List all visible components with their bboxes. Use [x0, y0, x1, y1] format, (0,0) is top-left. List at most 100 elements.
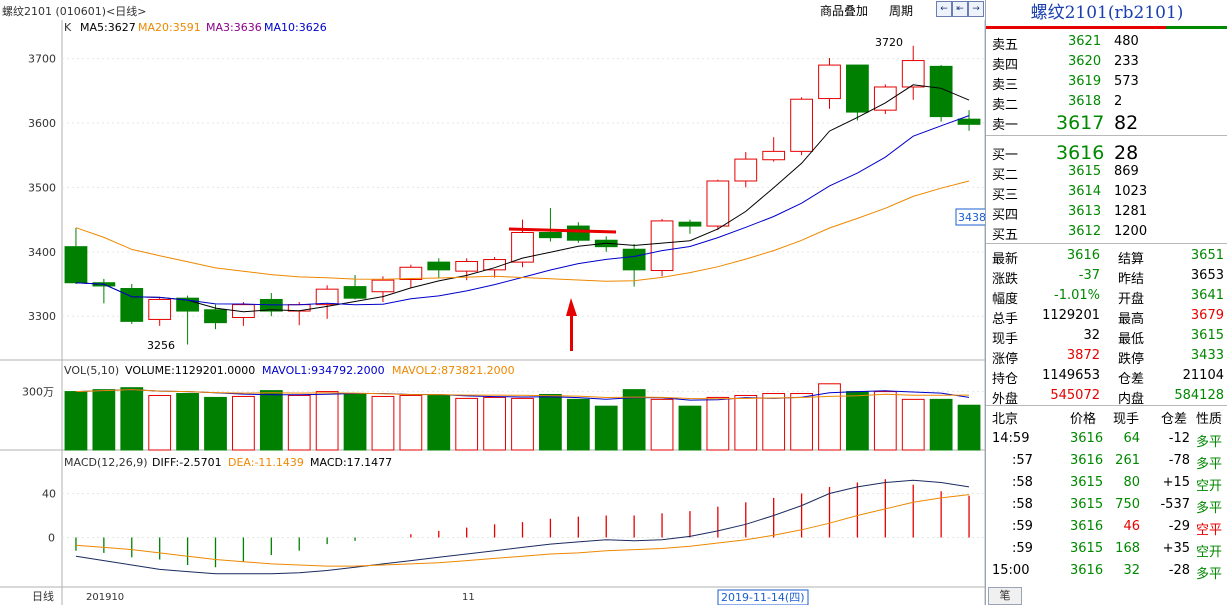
x-label-oct: 201910 [86, 592, 124, 603]
bid-row-0[interactable]: 买一 3616 28 [986, 142, 1227, 164]
bid-price-3: 3613 [1068, 204, 1102, 219]
stat-value-a-6: 1149653 [1042, 368, 1100, 383]
ask-row-0[interactable]: 卖五 3621 480 [986, 32, 1227, 53]
volume-bar-10 [343, 393, 367, 451]
candle-body-14 [455, 260, 479, 272]
tick-nature-4: 空平 [1196, 523, 1223, 538]
volume-bar-32 [957, 404, 981, 451]
nav-left-icon[interactable]: ← [936, 1, 952, 17]
ask-row-3[interactable]: 卖二 3618 2 [986, 92, 1227, 113]
tick-nature-5: 空开 [1196, 545, 1223, 560]
volume-bar-19 [594, 405, 618, 451]
stat-label-b-2: 开盘 [1118, 292, 1145, 307]
volume-bar-8 [287, 394, 311, 451]
book-divider [986, 135, 1227, 136]
macd-tick-40: 40 [42, 488, 56, 501]
volume-bar-6 [232, 395, 255, 451]
tick-time-4: :59 [1012, 519, 1033, 534]
diff-label: DIFF:-2.5701 [152, 456, 222, 469]
volume-bar-26 [790, 393, 813, 451]
volume-bar-13 [427, 394, 451, 451]
bid-row-1[interactable]: 买二 3615 869 [986, 162, 1227, 183]
stat-value-a-4: 32 [1083, 328, 1100, 343]
ask-row-4[interactable]: 卖一 3617 82 [986, 112, 1227, 134]
bid-vol-2: 1023 [1114, 184, 1148, 199]
bid-vol-4: 1200 [1114, 224, 1148, 239]
candle-body-10 [343, 286, 367, 299]
tick-price-3: 3615 [1070, 497, 1104, 512]
bid-price-4: 3612 [1068, 224, 1102, 239]
stat-label-a-1: 涨跌 [992, 272, 1019, 287]
x-label-nov: 11 [462, 592, 475, 603]
stat-value-b-5: 3433 [1190, 348, 1224, 363]
nav-right-icon[interactable]: → [968, 1, 984, 17]
volume-bar-3 [148, 394, 172, 451]
buy-sell-bar-green [1166, 26, 1227, 29]
quote-panel: 螺纹2101(rb2101) 卖五 3621 480 卖四 3620 233 卖三 3619 5… [985, 0, 1227, 605]
candle-body-12 [399, 266, 423, 281]
tick-row-0[interactable]: 14:59 3616 64 -12 多平 [986, 428, 1227, 450]
ask-label-3: 卖二 [992, 98, 1019, 113]
ma10-label: MA10:3626 [264, 21, 327, 34]
candle-body-28 [846, 64, 869, 113]
ma5-label: MA5:3627 [80, 21, 136, 34]
period-button[interactable]: 周期 [889, 2, 913, 19]
candle-body-25 [762, 150, 786, 161]
ask-vol-1: 233 [1114, 54, 1139, 69]
tick-vol-1: 261 [1115, 453, 1140, 468]
tick-row-6[interactable]: 15:00 3616 32 -28 多平 [986, 560, 1227, 582]
tick-nature-6: 多平 [1196, 567, 1223, 582]
stat-value-b-4: 3615 [1190, 328, 1224, 343]
ma3-label: MA3:3636 [206, 21, 262, 34]
stat-value-b-1: 3653 [1190, 268, 1224, 283]
stat-value-a-5: 3872 [1066, 348, 1100, 363]
volume-bar-24 [734, 394, 758, 451]
tick-price-6: 3616 [1070, 563, 1104, 578]
tick-tab[interactable]: 笔 [988, 587, 1022, 605]
tick-oi-2: +15 [1162, 475, 1190, 490]
tick-nature-1: 多平 [1196, 457, 1223, 472]
tick-oi-4: -29 [1168, 519, 1190, 534]
kline-chart[interactable]: 33003400350036003700 300万 400 3438 3720 … [0, 20, 985, 605]
price-tick-3600: 3600 [28, 117, 56, 130]
volume-bar-20 [622, 389, 646, 451]
stat-label-b-4: 最低 [1118, 332, 1145, 347]
volume-bar-12 [399, 394, 423, 451]
tick-row-5[interactable]: :59 3615 168 +35 空开 [986, 538, 1227, 560]
stat-value-a-3: 1129201 [1042, 308, 1100, 323]
ask-row-2[interactable]: 卖三 3619 573 [986, 72, 1227, 93]
bid-row-4[interactable]: 买五 3612 1200 [986, 222, 1227, 243]
tick-row-1[interactable]: :57 3616 261 -78 多平 [986, 450, 1227, 472]
stat-label-b-0: 结算 [1118, 252, 1145, 267]
ask-label-2: 卖三 [992, 78, 1019, 93]
tick-row-3[interactable]: :58 3615 750 -537 多平 [986, 494, 1227, 516]
stats-divider [986, 243, 1227, 244]
tick-oi-1: -78 [1168, 453, 1190, 468]
mavol1-label: MAVOL1:934792.2000 [262, 364, 385, 377]
tick-nature-0: 多平 [1196, 435, 1223, 450]
tick-row-2[interactable]: :58 3615 80 +15 空开 [986, 472, 1227, 494]
tick-price-1: 3616 [1070, 453, 1104, 468]
k-indicator-label: K [64, 21, 72, 34]
candle-body-0 [64, 246, 88, 284]
volume-label: VOLUME:1129201.0000 [125, 364, 255, 377]
bid-row-3[interactable]: 买四 3613 1281 [986, 202, 1227, 223]
stat-value-a-1: -37 [1078, 268, 1100, 283]
bid-label-3: 买四 [992, 208, 1019, 223]
candle-body-11 [371, 279, 395, 293]
tick-time-3: :58 [1012, 497, 1033, 512]
tick-row-4[interactable]: :59 3616 46 -29 空平 [986, 516, 1227, 538]
bid-price-2: 3614 [1068, 184, 1102, 199]
price-tick-3400: 3400 [28, 246, 56, 259]
bid-row-2[interactable]: 买三 3614 1023 [986, 182, 1227, 203]
volume-bar-17 [539, 394, 562, 451]
stat-label-b-1: 昨结 [1118, 272, 1145, 287]
stat-row-2: 幅度 -1.01% 开盘 3641 [986, 286, 1227, 307]
nav-home-icon[interactable]: ⇤ [952, 1, 968, 17]
overlay-button[interactable]: 商品叠加 [820, 2, 868, 19]
contract-name: 螺纹2101(rb2101) [1030, 3, 1184, 23]
price-marker-label: 3438 [958, 211, 985, 224]
ask-row-1[interactable]: 卖四 3620 233 [986, 52, 1227, 73]
tick-time-0: 14:59 [992, 431, 1030, 446]
stat-row-6: 持仓 1149653 仓差 21104 [986, 366, 1227, 387]
